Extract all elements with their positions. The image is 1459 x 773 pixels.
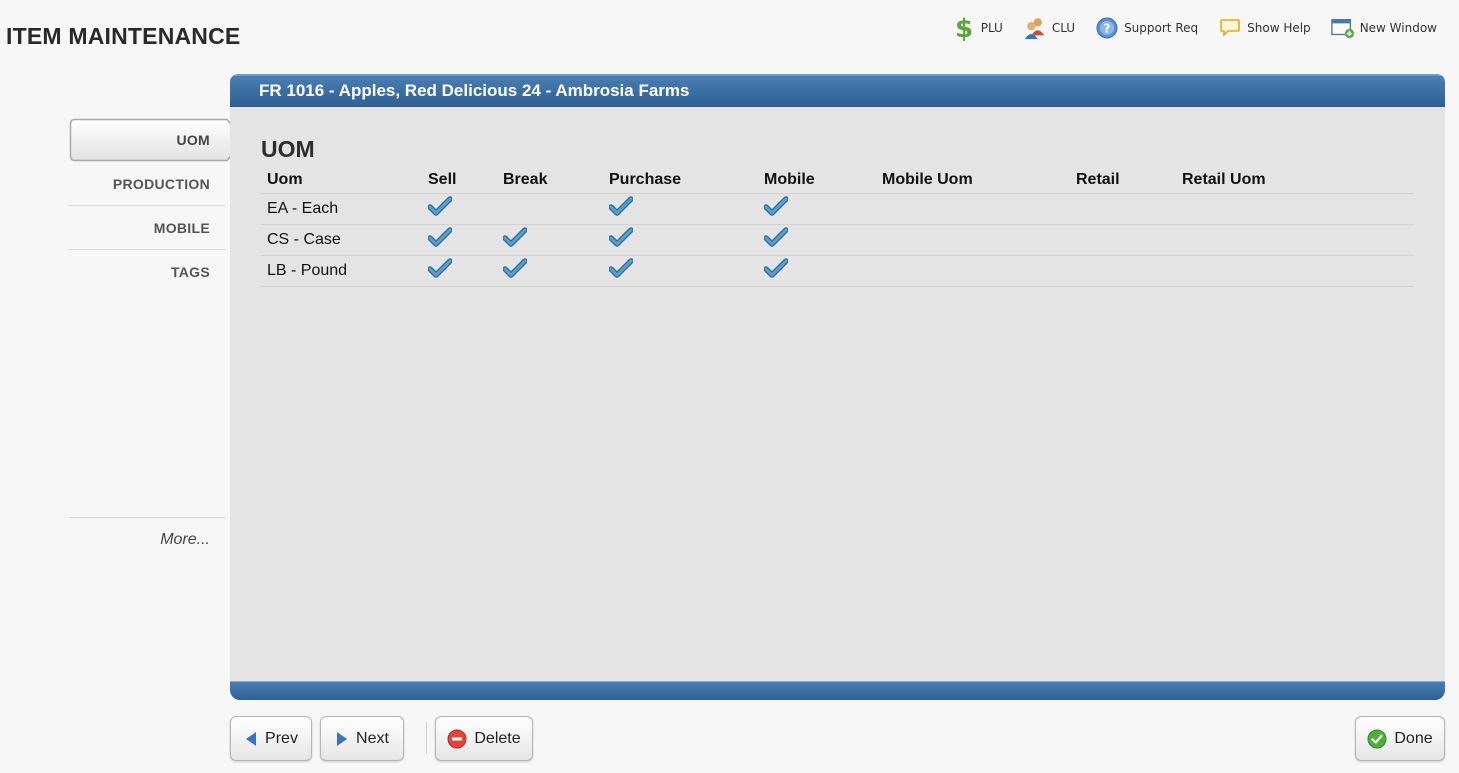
column-header-retail: Retail	[1070, 168, 1176, 194]
mobile-cell	[758, 224, 876, 256]
mobile-uom-cell	[876, 255, 1070, 287]
sell-cell	[422, 193, 497, 225]
arrow-right-icon	[337, 731, 348, 746]
purchase-cell	[603, 224, 758, 256]
prev-button[interactable]: Prev	[230, 716, 312, 761]
plu-label: PLU	[980, 21, 1003, 35]
retail-cell	[1070, 224, 1176, 256]
nav-item-tags[interactable]: TAGS	[69, 250, 225, 294]
retail-uom-cell	[1176, 193, 1413, 225]
break-cell	[497, 193, 603, 225]
next-label: Next	[356, 729, 389, 747]
prev-label: Prev	[265, 729, 298, 747]
done-check-icon	[1367, 729, 1387, 748]
column-header-retail-uom: Retail Uom	[1176, 168, 1413, 194]
delete-label: Delete	[474, 729, 521, 747]
new-window-label: New Window	[1359, 21, 1437, 35]
uom-table: Uom Sell Break Purchase Mobile Mobile Uo…	[261, 168, 1413, 287]
column-header-sell: Sell	[422, 168, 497, 194]
column-header-mobile: Mobile	[758, 168, 876, 194]
nav-item-production[interactable]: PRODUCTION	[69, 162, 225, 206]
main-panel: FR 1016 - Apples, Red Delicious 24 - Amb…	[230, 74, 1445, 700]
users-icon	[1023, 14, 1047, 42]
next-button[interactable]: Next	[320, 716, 404, 761]
checkmark-icon	[427, 258, 453, 282]
plu-button[interactable]: $ PLU	[952, 14, 1003, 42]
delete-icon	[447, 729, 467, 748]
break-cell	[497, 224, 603, 256]
active-tab-shape	[69, 118, 245, 162]
button-separator	[426, 722, 427, 754]
new-window-icon	[1330, 14, 1355, 42]
mobile-uom-cell	[876, 193, 1070, 225]
checkmark-icon	[502, 227, 528, 251]
section-title: UOM	[261, 136, 315, 162]
done-label: Done	[1394, 729, 1433, 747]
checkmark-icon	[427, 227, 453, 251]
mobile-cell	[758, 193, 876, 225]
side-navigation: UOM PRODUCTION MOBILE TAGS	[69, 118, 245, 294]
table-row[interactable]: EA - Each	[261, 193, 1413, 225]
show-help-label: Show Help	[1247, 21, 1311, 35]
item-header: FR 1016 - Apples, Red Delicious 24 - Amb…	[230, 74, 1445, 107]
retail-uom-cell	[1176, 255, 1413, 287]
support-req-button[interactable]: ? Support Req	[1095, 14, 1198, 42]
retail-cell	[1070, 255, 1176, 287]
more-link[interactable]: More...	[69, 531, 225, 549]
show-help-button[interactable]: Show Help	[1218, 14, 1311, 42]
svg-text:?: ?	[1104, 22, 1111, 36]
column-header-mobile-uom: Mobile Uom	[876, 168, 1070, 194]
table-row[interactable]: LB - Pound	[261, 255, 1413, 287]
checkmark-icon	[427, 196, 453, 220]
support-req-label: Support Req	[1124, 21, 1199, 35]
sell-cell	[422, 224, 497, 256]
break-cell	[497, 255, 603, 287]
panel-footer-bar	[230, 681, 1445, 700]
column-header-break: Break	[497, 168, 603, 194]
sell-cell	[422, 255, 497, 287]
arrow-left-icon	[246, 731, 257, 746]
table-header-row: Uom Sell Break Purchase Mobile Mobile Uo…	[261, 168, 1413, 194]
retail-uom-cell	[1176, 224, 1413, 256]
help-circle-icon: ?	[1095, 14, 1119, 42]
item-maintenance-page: ITEM MAINTENANCE $ PLU CLU ? Support Req…	[0, 0, 1459, 773]
uom-cell: CS - Case	[261, 224, 422, 256]
mobile-cell	[758, 255, 876, 287]
dollar-icon: $	[952, 14, 976, 42]
column-header-uom: Uom	[261, 168, 422, 194]
done-button[interactable]: Done	[1355, 716, 1445, 761]
new-window-button[interactable]: New Window	[1330, 14, 1437, 42]
top-toolbar: $ PLU CLU ? Support Req Show Help New Wi…	[932, 14, 1437, 42]
retail-cell	[1070, 193, 1176, 225]
nav-label-uom: UOM	[176, 131, 210, 148]
clu-label: CLU	[1051, 21, 1076, 35]
uom-cell: EA - Each	[261, 193, 422, 225]
svg-text:$: $	[955, 14, 973, 42]
checkmark-icon	[502, 258, 528, 282]
uom-cell: LB - Pound	[261, 255, 422, 287]
checkmark-icon	[608, 227, 634, 251]
checkmark-icon	[763, 258, 789, 282]
delete-button[interactable]: Delete	[435, 716, 533, 761]
clu-button[interactable]: CLU	[1023, 14, 1075, 42]
nav-item-mobile[interactable]: MOBILE	[69, 206, 225, 250]
purchase-cell	[603, 255, 758, 287]
more-divider	[69, 517, 225, 518]
column-header-purchase: Purchase	[603, 168, 758, 194]
purchase-cell	[603, 193, 758, 225]
checkmark-icon	[763, 227, 789, 251]
checkmark-icon	[608, 196, 634, 220]
checkmark-icon	[763, 196, 789, 220]
table-row[interactable]: CS - Case	[261, 224, 1413, 256]
checkmark-icon	[608, 258, 634, 282]
page-title: ITEM MAINTENANCE	[6, 23, 241, 49]
speech-bubble-icon	[1218, 14, 1242, 42]
mobile-uom-cell	[876, 224, 1070, 256]
nav-item-uom[interactable]: UOM	[69, 118, 245, 162]
